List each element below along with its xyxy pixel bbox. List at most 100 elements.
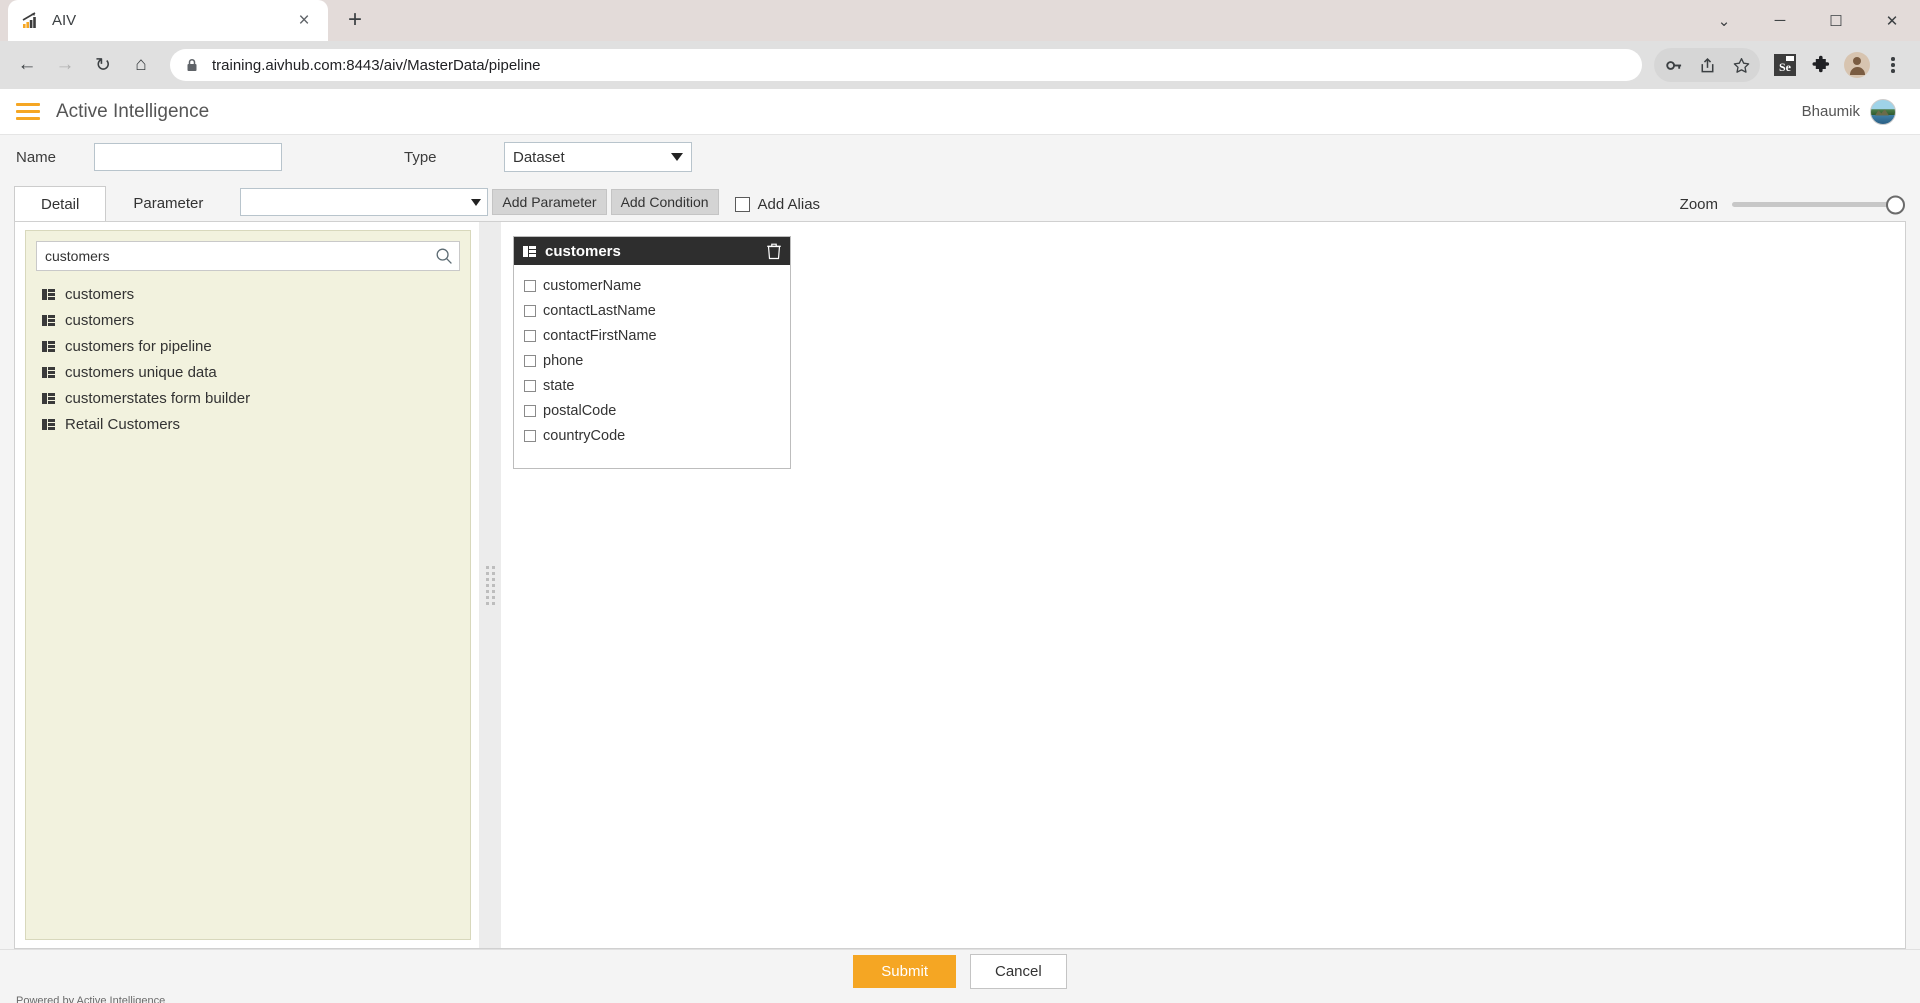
bookmark-star-icon[interactable] <box>1724 48 1758 82</box>
add-alias-checkbox[interactable] <box>735 197 750 212</box>
field-checkbox[interactable] <box>524 405 536 417</box>
table-icon <box>42 315 55 326</box>
table-field-row[interactable]: contactFirstName <box>514 323 790 348</box>
field-checkbox[interactable] <box>524 330 536 342</box>
window-close-button[interactable]: ✕ <box>1864 0 1920 41</box>
chevron-down-icon <box>471 199 481 206</box>
address-bar[interactable]: training.aivhub.com:8443/aiv/MasterData/… <box>170 49 1642 81</box>
pipeline-editor-panel: customers customers customers for pipeli… <box>14 221 1906 949</box>
zoom-slider-thumb[interactable] <box>1886 195 1905 214</box>
window-maximize-button[interactable]: ☐ <box>1808 0 1864 41</box>
list-item-label: customers for pipeline <box>65 338 212 355</box>
field-label: state <box>543 378 574 394</box>
name-label: Name <box>16 149 94 166</box>
field-checkbox[interactable] <box>524 305 536 317</box>
list-item[interactable]: Retail Customers <box>36 411 460 437</box>
field-label: phone <box>543 353 583 369</box>
list-item-label: customers <box>65 286 134 303</box>
parameter-select[interactable] <box>240 188 488 216</box>
dataset-search <box>36 241 460 271</box>
bar-chart-icon <box>20 11 40 31</box>
table-node-card[interactable]: customers customerName <box>513 236 791 469</box>
list-item[interactable]: customers unique data <box>36 359 460 385</box>
window-minimize-all-button[interactable]: ⌄ <box>1696 0 1752 41</box>
header-user-area[interactable]: Bhaumik <box>1802 99 1904 125</box>
field-label: postalCode <box>543 403 616 419</box>
pipeline-canvas[interactable]: customers customerName <box>501 222 1905 948</box>
back-icon[interactable]: ← <box>10 48 44 82</box>
search-icon[interactable] <box>435 247 453 265</box>
field-checkbox[interactable] <box>524 355 536 367</box>
close-icon[interactable]: × <box>292 9 316 33</box>
extensions-puzzle-icon[interactable] <box>1804 48 1838 82</box>
app-header: Active Intelligence Bhaumik <box>0 89 1920 135</box>
tab-parameter[interactable]: Parameter <box>106 185 230 221</box>
list-item-label: customerstates form builder <box>65 390 250 407</box>
chrome-menu-icon[interactable] <box>1876 48 1910 82</box>
zoom-label: Zoom <box>1680 196 1718 213</box>
list-item[interactable]: customerstates form builder <box>36 385 460 411</box>
hamburger-menu-icon[interactable] <box>16 103 40 120</box>
type-select[interactable]: Dataset <box>504 142 692 172</box>
tab-detail[interactable]: Detail <box>14 186 106 222</box>
table-field-row[interactable]: countryCode <box>514 423 790 448</box>
list-item-label: Retail Customers <box>65 416 180 433</box>
add-condition-button[interactable]: Add Condition <box>611 189 719 215</box>
browser-tab-strip: AIV × + ⌄ ─ ☐ ✕ <box>0 0 1920 41</box>
table-icon <box>42 289 55 300</box>
footer-note: Powered by Active Intelligence <box>0 993 1920 1003</box>
table-field-row[interactable]: phone <box>514 348 790 373</box>
zoom-slider[interactable] <box>1732 202 1896 207</box>
table-field-row[interactable]: contactLastName <box>514 298 790 323</box>
field-label: customerName <box>543 278 641 294</box>
dataset-browser-inner: customers customers customers for pipeli… <box>25 230 471 940</box>
omnibox-action-pill <box>1654 48 1760 82</box>
browser-toolbar: ← → ↻ ⌂ training.aivhub.com:8443/aiv/Mas… <box>0 41 1920 89</box>
share-icon[interactable] <box>1690 48 1724 82</box>
zoom-control[interactable]: Zoom <box>1680 196 1920 213</box>
search-input[interactable] <box>36 241 460 271</box>
type-label: Type <box>404 149 504 166</box>
cancel-button[interactable]: Cancel <box>970 954 1067 989</box>
browser-tab-title: AIV <box>52 12 292 29</box>
reload-icon[interactable]: ↻ <box>86 48 120 82</box>
list-item-label: customers unique data <box>65 364 217 381</box>
field-checkbox[interactable] <box>524 280 536 292</box>
dataset-list: customers customers customers for pipeli… <box>36 277 460 437</box>
submit-button[interactable]: Submit <box>853 955 956 988</box>
password-key-icon[interactable] <box>1656 48 1690 82</box>
add-parameter-button[interactable]: Add Parameter <box>492 189 606 215</box>
table-field-row[interactable]: customerName <box>514 273 790 298</box>
page-title: Active Intelligence <box>56 101 209 123</box>
dataset-browser-pane: customers customers customers for pipeli… <box>15 222 479 948</box>
editor-toolbar: Detail Parameter Add Parameter Add Condi… <box>0 179 1920 221</box>
field-checkbox[interactable] <box>524 430 536 442</box>
browser-tab[interactable]: AIV × <box>8 0 328 41</box>
list-item[interactable]: customers for pipeline <box>36 333 460 359</box>
table-field-row[interactable]: state <box>514 373 790 398</box>
selenium-extension-icon[interactable]: Se <box>1768 48 1802 82</box>
list-item[interactable]: customers <box>36 281 460 307</box>
address-bar-url: training.aivhub.com:8443/aiv/MasterData/… <box>212 57 541 74</box>
table-field-list: customerName contactLastName contactFirs… <box>514 265 790 448</box>
pane-splitter[interactable] <box>479 222 501 948</box>
list-item[interactable]: customers <box>36 307 460 333</box>
new-tab-button[interactable]: + <box>338 3 372 37</box>
home-icon[interactable]: ⌂ <box>124 48 158 82</box>
table-node-header: customers <box>514 237 790 265</box>
profile-avatar-icon[interactable] <box>1840 48 1874 82</box>
chevron-down-icon <box>671 153 683 161</box>
table-field-row[interactable]: postalCode <box>514 398 790 423</box>
field-label: countryCode <box>543 428 625 444</box>
window-controls: ⌄ ─ ☐ ✕ <box>1696 0 1920 41</box>
window-minimize-button[interactable]: ─ <box>1752 0 1808 41</box>
avatar[interactable] <box>1870 99 1896 125</box>
forward-icon[interactable]: → <box>48 48 82 82</box>
field-label: contactFirstName <box>543 328 657 344</box>
table-icon <box>42 419 55 430</box>
trash-icon[interactable] <box>766 242 782 260</box>
add-alias-control[interactable]: Add Alias <box>735 196 821 213</box>
splitter-grip-icon <box>486 566 495 605</box>
name-input[interactable] <box>94 143 282 171</box>
field-checkbox[interactable] <box>524 380 536 392</box>
